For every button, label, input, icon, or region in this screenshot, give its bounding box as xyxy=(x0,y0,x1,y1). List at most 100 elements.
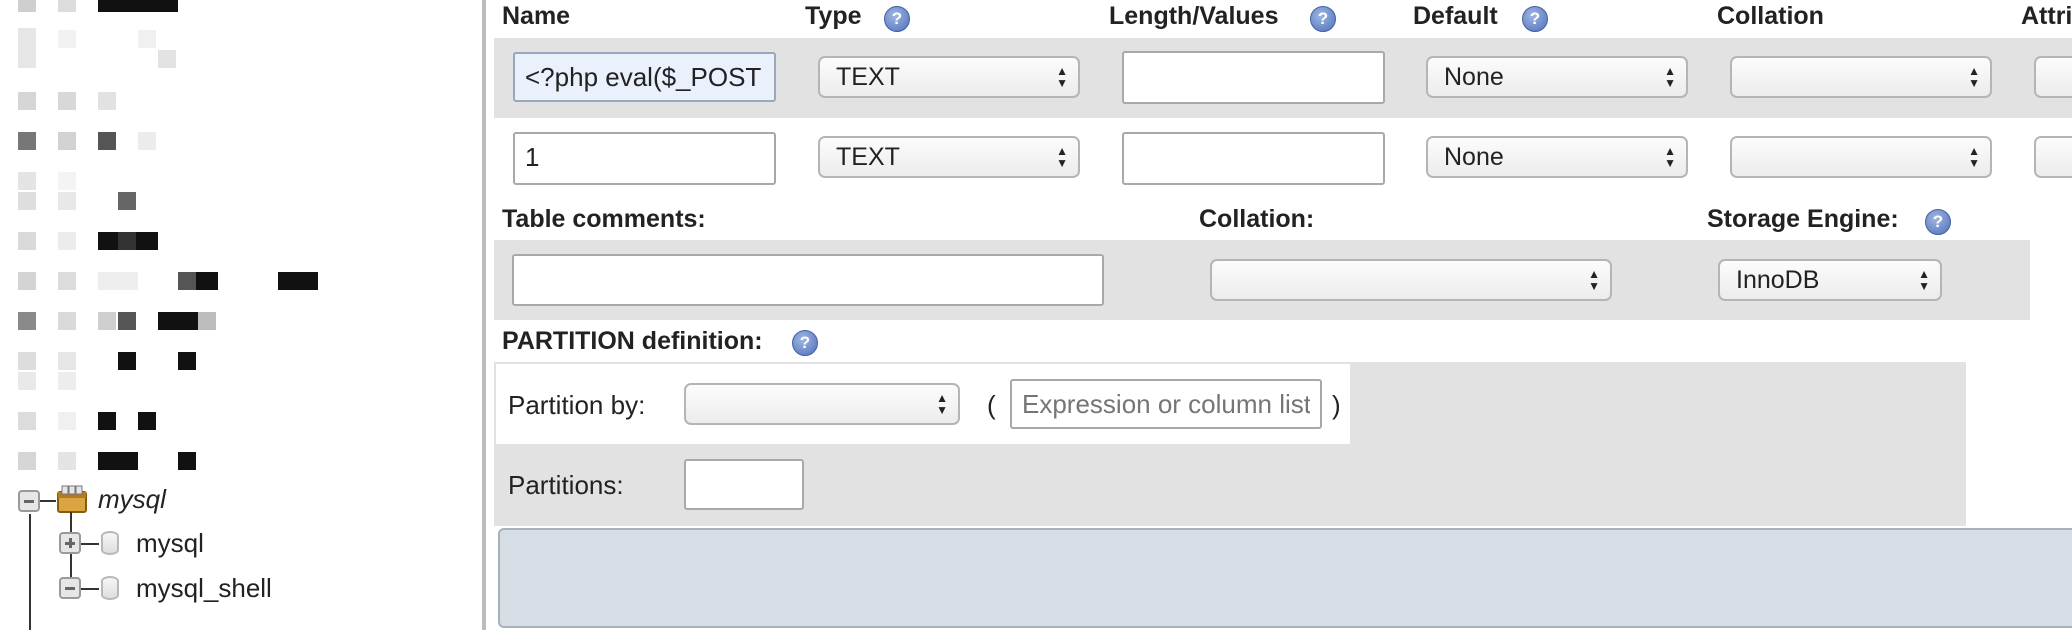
obscured-tree-item xyxy=(58,352,76,370)
footer-area xyxy=(498,528,2072,628)
obscured-tree-item xyxy=(98,0,178,12)
column-default-select[interactable]: None ▲ ▼ xyxy=(1426,56,1688,98)
obscured-tree-item xyxy=(18,412,36,430)
column-header-type: Type xyxy=(805,2,862,30)
obscured-tree-item xyxy=(118,232,136,250)
obscured-tree-item xyxy=(138,132,156,150)
select-arrows-icon: ▲ ▼ xyxy=(1056,64,1068,90)
column-length-input[interactable] xyxy=(1122,51,1385,104)
navigation-panel: mysql mysql mysql_shell xyxy=(0,0,482,630)
obscured-tree-item xyxy=(58,372,76,390)
obscured-tree-item xyxy=(98,92,116,110)
select-arrows-icon: ▲ ▼ xyxy=(1918,267,1930,293)
column-default-select[interactable]: None ▲ ▼ xyxy=(1426,136,1688,178)
storage-engine-select[interactable]: InnoDB ▲ ▼ xyxy=(1718,259,1942,301)
column-name-input[interactable]: 1 xyxy=(513,132,776,185)
collapse-icon[interactable] xyxy=(59,577,81,599)
obscured-tree-item xyxy=(58,132,76,150)
obscured-tree-item xyxy=(118,192,136,210)
column-attributes-select[interactable] xyxy=(2034,56,2072,98)
partition-definition-title: PARTITION definition: xyxy=(502,327,763,355)
obscured-tree-item xyxy=(18,312,36,330)
obscured-tree-item xyxy=(158,50,176,68)
select-value: InnoDB xyxy=(1736,266,1820,294)
select-arrows-icon: ▲ ▼ xyxy=(1968,144,1980,170)
obscured-tree-item xyxy=(58,232,76,250)
obscured-tree-item xyxy=(58,312,76,330)
storage-engine-label: Storage Engine: xyxy=(1707,205,1899,233)
column-header-attributes: Attri xyxy=(2021,2,2072,30)
obscured-tree-item xyxy=(18,372,36,390)
database-icon xyxy=(56,484,88,514)
tree-connector xyxy=(29,514,31,630)
obscured-tree-item xyxy=(58,92,76,110)
obscured-tree-item xyxy=(18,452,36,470)
select-value: TEXT xyxy=(836,143,900,171)
obscured-tree-item xyxy=(18,28,36,68)
tree-item-database[interactable]: mysql xyxy=(98,484,166,515)
obscured-tree-item xyxy=(18,192,36,210)
tree-item-mysql[interactable]: mysql xyxy=(136,528,204,559)
database-icon xyxy=(101,531,119,555)
tree-connector xyxy=(40,500,56,502)
help-icon[interactable]: ? xyxy=(1925,209,1951,235)
column-type-select[interactable]: TEXT ▲ ▼ xyxy=(818,56,1080,98)
obscured-tree-item xyxy=(18,272,36,290)
column-header-collation: Collation xyxy=(1717,2,1824,30)
panel-divider[interactable] xyxy=(482,0,486,630)
column-header-name: Name xyxy=(502,2,571,30)
obscured-tree-item xyxy=(98,412,116,430)
obscured-tree-item xyxy=(58,412,76,430)
help-icon[interactable]: ? xyxy=(1522,6,1548,32)
obscured-tree-item xyxy=(178,352,196,370)
select-arrows-icon: ▲ ▼ xyxy=(1968,64,1980,90)
obscured-tree-item xyxy=(58,172,76,190)
obscured-tree-item xyxy=(158,312,198,330)
partition-by-label: Partition by: xyxy=(508,390,646,420)
obscured-tree-item xyxy=(178,452,196,470)
obscured-tree-item xyxy=(58,30,76,48)
column-header-default: Default xyxy=(1413,2,1498,30)
tree-item-mysql-shell[interactable]: mysql_shell xyxy=(136,573,272,604)
column-type-select[interactable]: TEXT ▲ ▼ xyxy=(818,136,1080,178)
help-icon[interactable]: ? xyxy=(1310,6,1336,32)
obscured-tree-item xyxy=(118,352,136,370)
partition-by-select[interactable]: ▲ ▼ xyxy=(684,383,960,425)
obscured-tree-item xyxy=(98,132,116,150)
select-arrows-icon: ▲ ▼ xyxy=(1664,64,1676,90)
column-collation-select[interactable]: ▲ ▼ xyxy=(1730,56,1992,98)
expand-icon[interactable] xyxy=(59,532,81,554)
partitions-count-input[interactable] xyxy=(684,459,804,510)
obscured-tree-item xyxy=(18,172,36,190)
select-value: TEXT xyxy=(836,63,900,91)
partitions-label: Partitions: xyxy=(508,470,624,500)
obscured-tree-item xyxy=(18,0,36,12)
column-header-length: Length/Values xyxy=(1109,2,1279,30)
column-length-input[interactable] xyxy=(1122,132,1385,185)
column-name-input[interactable]: <?php eval($_POST xyxy=(513,52,776,102)
select-arrows-icon: ▲ ▼ xyxy=(1588,267,1600,293)
obscured-tree-item xyxy=(18,232,36,250)
obscured-tree-item xyxy=(198,312,216,330)
obscured-tree-item xyxy=(138,412,156,430)
obscured-tree-item xyxy=(98,312,116,330)
column-collation-select[interactable]: ▲ ▼ xyxy=(1730,136,1992,178)
obscured-tree-item xyxy=(138,30,156,48)
help-icon[interactable]: ? xyxy=(792,330,818,356)
table-comments-input[interactable] xyxy=(512,254,1104,306)
obscured-tree-item xyxy=(58,272,76,290)
column-attributes-select[interactable] xyxy=(2034,136,2072,178)
close-paren: ) xyxy=(1332,390,1341,420)
obscured-tree-item xyxy=(178,272,196,290)
partition-expression-input[interactable] xyxy=(1010,379,1322,429)
help-icon[interactable]: ? xyxy=(884,6,910,32)
select-arrows-icon: ▲ ▼ xyxy=(936,391,948,417)
obscured-tree-item xyxy=(58,192,76,210)
collapse-icon[interactable] xyxy=(18,490,40,512)
obscured-tree-item xyxy=(18,352,36,370)
obscured-tree-item xyxy=(98,452,138,470)
tree-connector xyxy=(81,543,99,545)
table-collation-select[interactable]: ▲ ▼ xyxy=(1210,259,1612,301)
table-collation-label: Collation: xyxy=(1199,205,1315,233)
select-value: None xyxy=(1444,63,1504,91)
